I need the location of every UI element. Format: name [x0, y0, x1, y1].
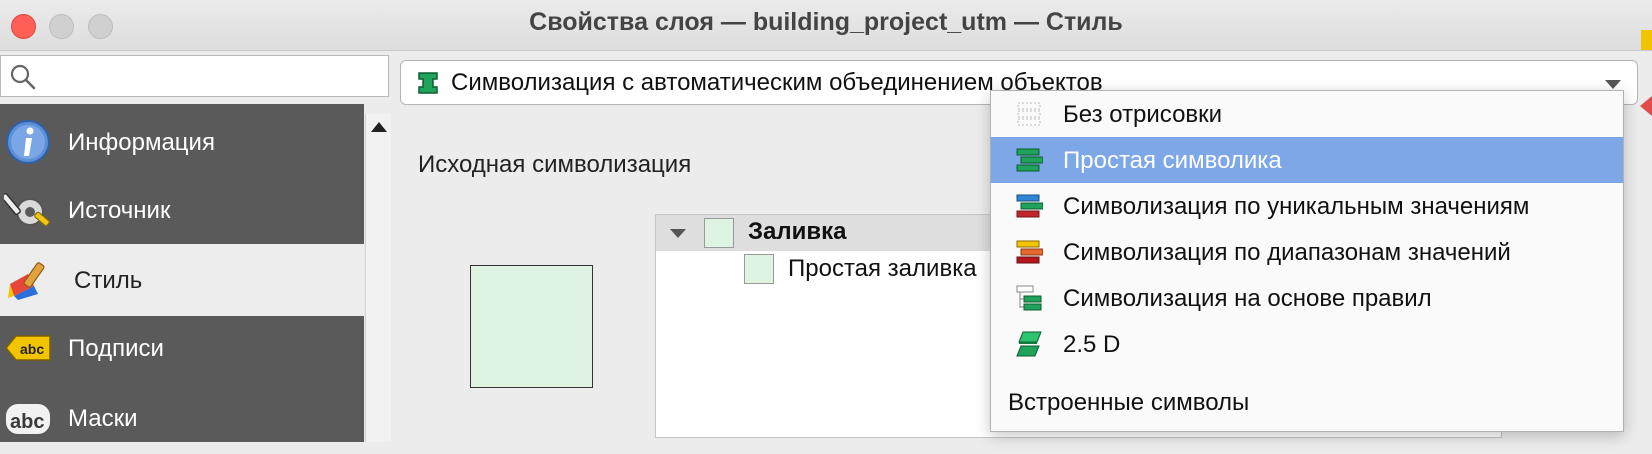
simple-fill-swatch	[744, 254, 774, 284]
menu-item-categorized[interactable]: Символизация по уникальным значениям	[991, 183, 1623, 229]
svg-text:abc: abc	[10, 411, 44, 433]
sidebar-item-masks[interactable]: abc Маски	[0, 382, 364, 454]
menu-item-label: Символизация на основе правил	[1063, 285, 1432, 312]
rule-based-icon	[1016, 285, 1042, 311]
collapse-arrow-icon[interactable]	[1640, 96, 1652, 116]
fill-swatch	[704, 218, 734, 248]
symbol-preview	[470, 265, 593, 388]
sidebar-item-label: Стиль	[74, 267, 143, 294]
sidebar-scrollbar[interactable]	[365, 114, 391, 442]
menu-item-2-5d[interactable]: 2.5 D	[991, 321, 1623, 367]
menu-item-label: Символизация по диапазонам значений	[1063, 239, 1511, 266]
menu-item-single-symbol[interactable]: Простая символика	[991, 137, 1623, 183]
background-window-edge	[1641, 30, 1652, 50]
search-icon	[10, 64, 36, 90]
search-field[interactable]	[0, 55, 389, 97]
menu-section-header: Встроенные символы	[1008, 389, 1250, 416]
categorized-icon	[1016, 194, 1043, 218]
sidebar-item-style[interactable]: Стиль	[0, 244, 364, 316]
chevron-down-icon	[1605, 80, 1621, 89]
window-title: Свойства слоя — building_project_utm — С…	[529, 8, 1123, 36]
menu-item-graduated[interactable]: Символизация по диапазонам значений	[991, 229, 1623, 275]
scroll-up-arrow-icon[interactable]	[371, 122, 387, 132]
window-titlebar: Свойства слоя — building_project_utm — С…	[0, 0, 1652, 51]
no-render-icon	[1017, 102, 1041, 126]
search-input[interactable]	[41, 60, 375, 94]
sidebar-item-source[interactable]: Источник	[0, 174, 364, 246]
svg-text:abc: abc	[20, 341, 44, 357]
merged-features-icon	[418, 72, 438, 94]
info-icon	[6, 120, 50, 164]
properties-sidebar: Информация Источник Стиль abc Подписи ab…	[0, 104, 364, 442]
sidebar-item-information[interactable]: Информация	[0, 106, 364, 178]
menu-item-label: 2.5 D	[1063, 331, 1121, 358]
menu-item-rule-based[interactable]: Символизация на основе правил	[991, 275, 1623, 321]
tree-root-label: Заливка	[748, 218, 847, 245]
menu-item-no-render[interactable]: Без отрисовки	[991, 91, 1623, 137]
section-heading: Исходная символизация	[418, 151, 692, 178]
sidebar-item-label: Маски	[68, 405, 138, 432]
sidebar-item-label: Информация	[68, 129, 215, 156]
style-brush-icon	[8, 262, 45, 300]
labels-abc-icon: abc	[5, 335, 51, 361]
source-tools-icon	[4, 192, 50, 227]
2-5d-icon	[1016, 331, 1042, 357]
graduated-icon	[1016, 240, 1043, 264]
collapse-triangle-icon[interactable]	[670, 229, 686, 238]
sidebar-item-labels[interactable]: abc Подписи	[0, 312, 364, 384]
menu-item-label: Без отрисовки	[1063, 101, 1223, 128]
tree-child-label[interactable]: Простая заливка	[788, 255, 977, 283]
menu-item-label: Простая символика	[1063, 147, 1282, 174]
single-symbol-icon	[1016, 148, 1043, 172]
masks-abc-icon: abc	[6, 404, 50, 434]
renderer-dropdown-menu: Без отрисовки Простая символика Символиз…	[990, 90, 1624, 432]
sidebar-item-label: Источник	[68, 197, 171, 224]
menu-item-label: Символизация по уникальным значениям	[1063, 193, 1530, 220]
sidebar-item-label: Подписи	[68, 335, 164, 362]
